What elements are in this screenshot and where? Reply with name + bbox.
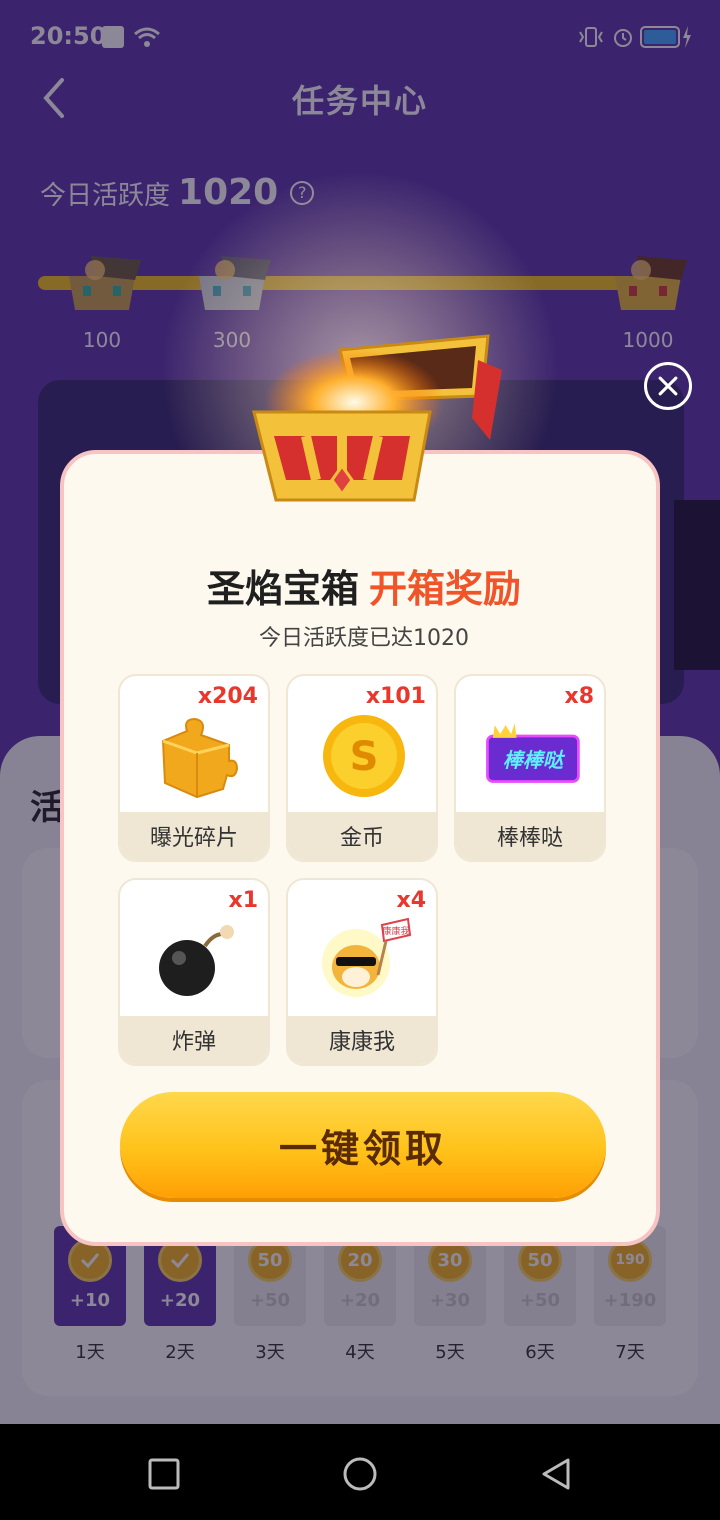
- reward-item: x1 炸弹: [118, 878, 270, 1066]
- svg-text:S: S: [350, 734, 379, 780]
- modal-title-main: 圣焰宝箱: [206, 567, 359, 611]
- system-nav-bar: [0, 1424, 720, 1520]
- reward-modal: 圣焰宝箱 开箱奖励 今日活跃度已达1020 x204 曝光碎片 x101 S 金…: [60, 450, 660, 1246]
- puzzle-piece-icon: [161, 717, 239, 799]
- treasure-chest-icon: [252, 334, 502, 502]
- reward-item: x8 棒棒哒 棒棒哒: [454, 674, 606, 862]
- reward-name: 金币: [288, 812, 436, 860]
- bangbangda-badge-icon: 棒棒哒: [486, 723, 580, 783]
- doge-sign-icon: 康康我: [322, 917, 412, 997]
- reward-name: 康康我: [288, 1016, 436, 1064]
- reward-item: x4 康康我 康康我: [286, 878, 438, 1066]
- bomb-icon: [159, 925, 234, 996]
- reward-name: 棒棒哒: [456, 812, 604, 860]
- back-nav-icon[interactable]: [538, 1456, 574, 1492]
- recent-apps-icon[interactable]: [146, 1456, 182, 1492]
- reward-name: 炸弹: [120, 1016, 268, 1064]
- reward-grid: x204 曝光碎片 x101 S 金币 x8 棒棒哒 棒棒哒 x1 炸弹 x4 …: [118, 674, 610, 1066]
- modal-subtitle: 今日活跃度已达1020: [259, 626, 469, 651]
- reward-item: x204 曝光碎片: [118, 674, 270, 862]
- claim-all-button[interactable]: 一键领取: [120, 1092, 606, 1198]
- gold-coin-icon: S: [323, 715, 405, 797]
- badge-text: 棒棒哒: [503, 748, 566, 772]
- home-icon[interactable]: [342, 1456, 378, 1492]
- modal-title: 圣焰宝箱 开箱奖励: [64, 558, 664, 613]
- modal-backdrop: 圣焰宝箱 开箱奖励 今日活跃度已达1020 x204 曝光碎片 x101 S 金…: [0, 0, 720, 1424]
- reward-name: 曝光碎片: [120, 812, 268, 860]
- reward-item: x101 S 金币: [286, 674, 438, 862]
- sign-text: 康康我: [382, 925, 409, 937]
- close-icon[interactable]: [644, 362, 692, 410]
- modal-title-accent: 开箱奖励: [369, 567, 522, 611]
